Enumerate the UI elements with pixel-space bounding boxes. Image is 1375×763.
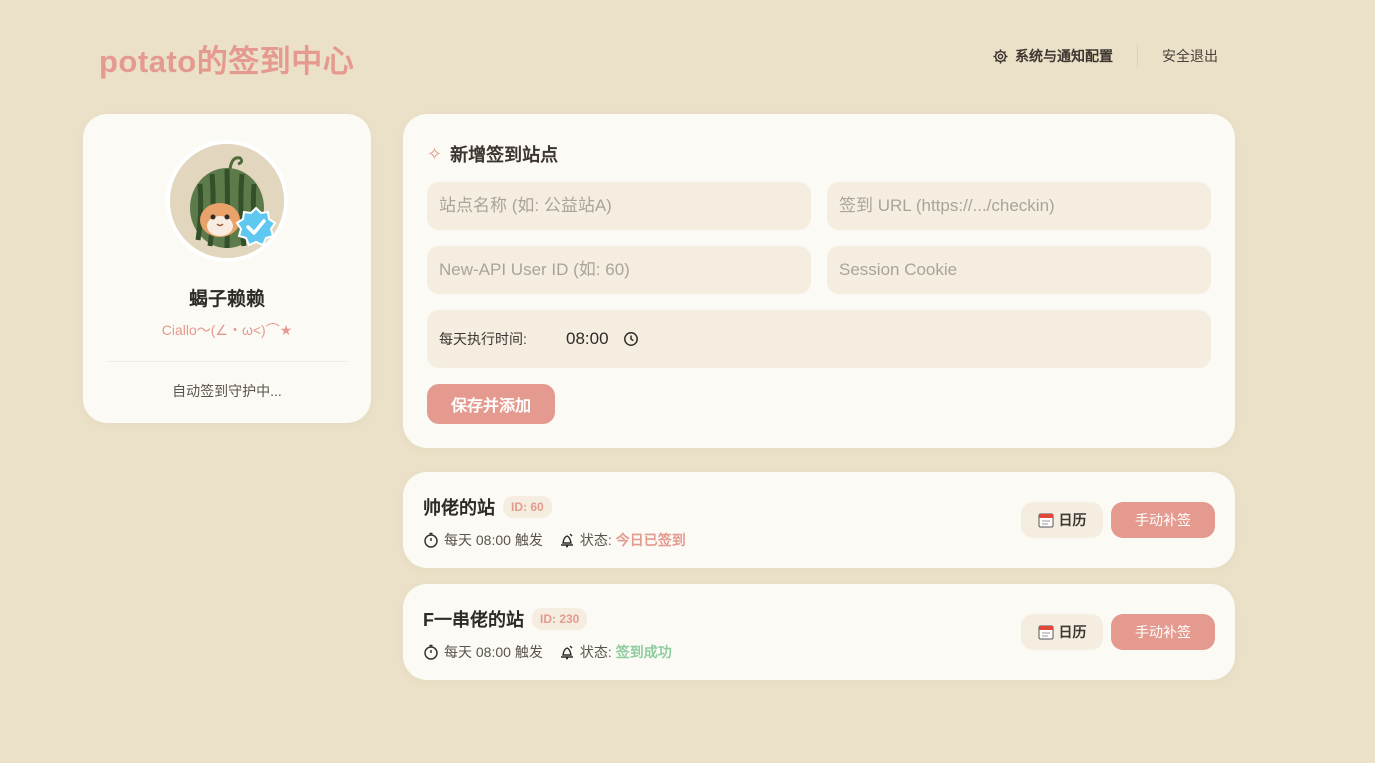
top-nav: 系统与通知配置 安全退出 — [992, 44, 1218, 68]
clock-icon[interactable] — [623, 331, 639, 347]
site-trigger: 每天 08:00 触发 — [444, 532, 543, 548]
checkin-url-input[interactable] — [827, 182, 1211, 230]
stopwatch-icon — [424, 644, 438, 660]
site-status-value: 今日已签到 — [615, 532, 686, 548]
form-title-label: 新增签到站点 — [450, 145, 559, 165]
site-meta: 每天 08:00 触发 状态: 今日已签到 — [423, 530, 686, 550]
config-label: 系统与通知配置 — [1015, 48, 1113, 64]
config-link[interactable]: 系统与通知配置 — [992, 46, 1113, 66]
gear-icon — [993, 48, 1008, 64]
profile-card: 蝎子赖赖 Ciallo～(∠・ω<)⌒★ 自动签到守护中... — [83, 114, 371, 423]
manual-checkin-button[interactable]: 手动补签 — [1111, 502, 1215, 538]
time-label: 每天执行时间: — [439, 331, 527, 347]
calendar-icon — [1038, 625, 1053, 640]
site-meta: 每天 08:00 触发 状态: 签到成功 — [423, 642, 672, 662]
sparkle-icon: ✧ — [427, 143, 443, 164]
save-add-button[interactable]: 保存并添加 — [427, 384, 555, 424]
calendar-button[interactable]: 日历 — [1021, 502, 1103, 538]
verified-badge-icon — [235, 206, 277, 247]
calendar-label: 日历 — [1058, 512, 1087, 528]
profile-status: 自动签到守护中... — [172, 383, 282, 399]
profile-motto: Ciallo～(∠・ω<)⌒★ — [161, 322, 293, 338]
profile-name: 蝎子赖赖 — [188, 289, 265, 310]
user-id-input[interactable] — [427, 246, 811, 294]
time-picker-row: 每天执行时间: 08:00 — [427, 310, 1211, 368]
calendar-label: 日历 — [1058, 624, 1087, 640]
bell-icon — [560, 645, 573, 660]
bell-icon — [560, 533, 573, 548]
site-header: F一串佬的站 ID: 230 — [423, 606, 588, 632]
site-header: 帅佬的站 ID: 60 — [423, 494, 552, 520]
site-status-label: 状态: — [579, 644, 612, 660]
calendar-icon — [1038, 513, 1053, 528]
add-site-form: ✧ 新增签到站点 每天执行时间: 08:00 保存并添加 — [403, 114, 1235, 448]
nav-divider — [1137, 45, 1138, 67]
calendar-button[interactable]: 日历 — [1021, 614, 1103, 650]
site-trigger: 每天 08:00 触发 — [444, 644, 543, 660]
brand-title: potato的签到中心 — [99, 44, 355, 79]
session-cookie-input[interactable] — [827, 246, 1211, 294]
site-card: 帅佬的站 ID: 60 每天 08:00 触发 状态: 今日已签到 日历 手动补… — [403, 472, 1235, 568]
site-id-badge: ID: 60 — [503, 496, 552, 518]
time-input[interactable]: 08:00 — [566, 329, 609, 349]
manual-checkin-button[interactable]: 手动补签 — [1111, 614, 1215, 650]
site-card: F一串佬的站 ID: 230 每天 08:00 触发 状态: 签到成功 日历 手… — [403, 584, 1235, 680]
logout-link[interactable]: 安全退出 — [1162, 46, 1218, 66]
site-name: F一串佬的站 — [423, 610, 524, 630]
site-status-value: 签到成功 — [615, 644, 672, 660]
profile-divider — [107, 361, 347, 362]
site-name-input[interactable] — [427, 182, 811, 230]
stopwatch-icon — [424, 532, 438, 548]
site-name: 帅佬的站 — [423, 498, 495, 518]
form-title: ✧ 新增签到站点 — [427, 141, 558, 167]
site-id-badge: ID: 230 — [532, 608, 588, 630]
page: potato的签到中心 系统与通知配置 安全退出 蝎子赖赖 Ciallo～(∠・… — [0, 0, 1375, 763]
site-status-label: 状态: — [579, 532, 612, 548]
